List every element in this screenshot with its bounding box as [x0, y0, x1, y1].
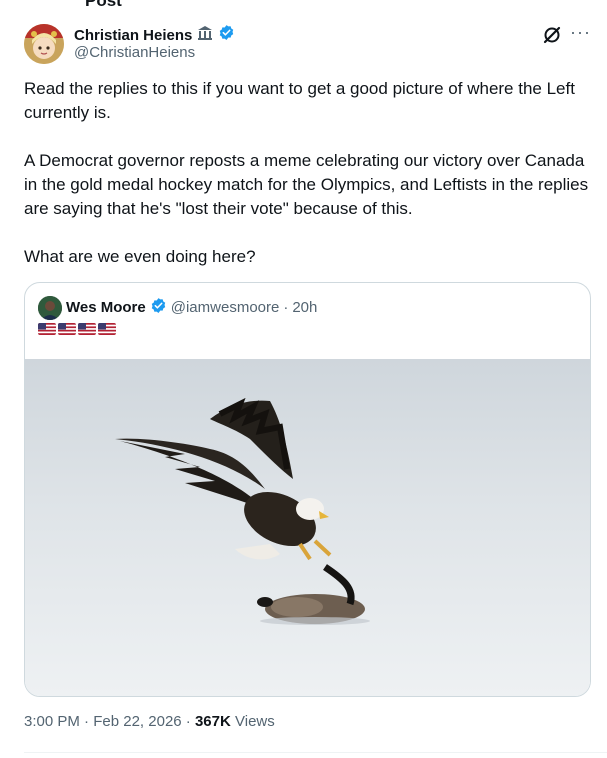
quoted-avatar[interactable] — [38, 296, 62, 320]
views-count: 367K — [194, 713, 231, 730]
quoted-author-handle[interactable]: @iamwesmoore — [171, 299, 280, 316]
author-name[interactable]: Christian Heiens — [74, 27, 192, 44]
us-flag-icon — [38, 323, 56, 335]
tweet-paragraph: What are we even doing here? — [24, 247, 256, 266]
verified-badge-icon — [218, 24, 235, 46]
more-options-icon[interactable]: ··· — [570, 22, 590, 42]
separator: · — [185, 713, 191, 730]
tweet-paragraph: A Democrat governor reposts a meme celeb… — [24, 151, 589, 218]
separator: · — [283, 298, 289, 316]
us-flag-icon — [98, 323, 116, 335]
page-header: Post — [0, 0, 607, 10]
verified-badge-icon — [150, 297, 167, 318]
avatar[interactable] — [24, 24, 64, 64]
author-handle[interactable]: @ChristianHeiens — [74, 44, 195, 61]
separator: · — [84, 713, 90, 730]
quoted-post-age[interactable]: 20h — [292, 299, 317, 316]
post-date[interactable]: Feb 22, 2026 — [93, 713, 181, 730]
divider — [24, 752, 607, 753]
us-flag-icon — [58, 323, 76, 335]
views-label: Views — [235, 713, 275, 730]
page-title: Post — [85, 0, 122, 10]
tweet-paragraph: Read the replies to this if you want to … — [24, 79, 575, 122]
post-time[interactable]: 3:00 PM — [24, 713, 80, 730]
tweet-text: Read the replies to this if you want to … — [24, 77, 594, 293]
quoted-post-card[interactable]: Wes Moore @iamwesmoore · 20h — [24, 282, 591, 697]
author-row: Christian Heiens — [74, 24, 235, 46]
post-meta: 3:00 PM · Feb 22, 2026 · 367K Views — [24, 713, 275, 730]
quoted-author-name[interactable]: Wes Moore — [66, 299, 146, 316]
quoted-author-row: Wes Moore @iamwesmoore · 20h — [66, 295, 317, 319]
quoted-post-photo[interactable] — [25, 359, 590, 696]
government-building-icon — [197, 25, 213, 46]
us-flag-icon — [78, 323, 96, 335]
grok-icon[interactable] — [542, 25, 562, 45]
quoted-post-text — [38, 323, 116, 335]
